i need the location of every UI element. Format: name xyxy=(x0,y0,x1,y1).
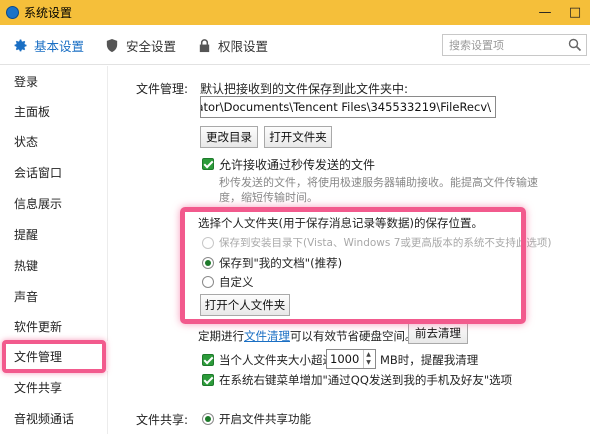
cleanup-tip: 定期进行文件清理可以有效节省硬盘空间。 xyxy=(198,328,417,344)
tab-label: 基本设置 xyxy=(34,38,85,54)
stepper-arrows-icon[interactable]: ▲ ▼ xyxy=(363,350,373,368)
search-input[interactable] xyxy=(443,35,563,55)
open-personal-folder-button[interactable]: 打开个人文件夹 xyxy=(200,294,290,316)
tab-label: 安全设置 xyxy=(126,38,177,54)
open-folder-button[interactable]: 打开文件夹 xyxy=(264,126,332,148)
fast-transfer-checkbox[interactable] xyxy=(202,158,214,170)
cleanup-text-suffix: 可以有效节省硬盘空间。 xyxy=(290,329,417,343)
enable-file-share-radio[interactable] xyxy=(202,413,214,425)
sidebar-item-login[interactable]: 登录 xyxy=(0,66,108,96)
title-bar: 系统设置 — □ xyxy=(0,0,590,25)
sidebar-item-reminder[interactable]: 提醒 xyxy=(0,219,108,249)
tab-security-settings[interactable]: 安全设置 xyxy=(104,25,176,65)
personal-folder-title: 选择个人文件夹(用于保存消息记录等数据)的保存位置。 xyxy=(198,216,483,230)
gear-icon xyxy=(12,37,28,53)
fast-transfer-desc-line2: 度，缩短传输时间。 xyxy=(219,191,318,204)
lock-icon xyxy=(196,37,212,53)
sidebar-item-file-management[interactable]: 文件管理 xyxy=(0,341,108,371)
save-install-dir-radio[interactable] xyxy=(202,237,214,249)
tab-basic-settings[interactable]: 基本设置 xyxy=(12,25,84,65)
search-icon[interactable] xyxy=(568,38,582,52)
size-limit-stepper[interactable]: ▲▼ xyxy=(326,349,376,369)
settings-content: 文件管理: 默认把接收到的文件保存到此文件夹中: dministrator\Do… xyxy=(108,66,590,434)
tab-bar: 基本设置 安全设置 权限设置 xyxy=(0,25,590,65)
sidebar-item-info-display[interactable]: 信息展示 xyxy=(0,188,108,218)
go-cleanup-button[interactable]: 前去清理 xyxy=(408,322,468,344)
search-box xyxy=(442,34,587,56)
sidebar-item-status[interactable]: 状态 xyxy=(0,126,108,156)
enable-file-share-label: 开启文件共享功能 xyxy=(219,412,311,426)
custom-location-label: 自定义 xyxy=(219,275,254,289)
sidebar-item-file-sharing[interactable]: 文件共享 xyxy=(0,372,108,402)
size-reminder-prefix: 当个人文件夹大小超过 xyxy=(219,353,334,367)
sidebar-item-main-panel[interactable]: 主面板 xyxy=(0,96,108,126)
app-logo-icon xyxy=(6,6,19,19)
sidebar-item-hotkey[interactable]: 热键 xyxy=(0,250,108,280)
save-my-documents-label: 保存到"我的文档"(推荐) xyxy=(219,256,343,270)
fast-transfer-desc-line1: 秒传发送的文件，将使用极速服务器辅助接收。能提高文件传输速 xyxy=(219,176,538,189)
save-install-dir-label: 保存到安装目录下(Vista、Windows 7或更高版本的系统不支持此选项) xyxy=(219,237,552,249)
sidebar-item-sound[interactable]: 声音 xyxy=(0,281,108,311)
file-management-label: 文件管理: xyxy=(136,82,189,96)
size-reminder-suffix: MB时，提醒我清理 xyxy=(380,353,479,367)
window-controls: — □ xyxy=(530,0,590,25)
context-menu-checkbox[interactable] xyxy=(202,374,214,386)
minimize-button[interactable]: — xyxy=(530,0,560,25)
tab-label: 权限设置 xyxy=(218,38,269,54)
sidebar-item-av-call[interactable]: 音视频通话 xyxy=(0,403,108,433)
sidebar: 登录 主面板 状态 会话窗口 信息展示 提醒 热键 声音 软件更新 文件管理 文… xyxy=(0,66,108,434)
maximize-button[interactable]: □ xyxy=(560,0,590,25)
change-directory-button[interactable]: 更改目录 xyxy=(200,126,258,148)
cleanup-text-prefix: 定期进行 xyxy=(198,329,244,343)
default-folder-desc: 默认把接收到的文件保存到此文件夹中: xyxy=(200,82,409,96)
file-cleanup-link[interactable]: 文件清理 xyxy=(244,329,290,343)
window-title: 系统设置 xyxy=(24,6,73,20)
shield-icon xyxy=(104,37,120,53)
size-limit-input[interactable] xyxy=(327,350,363,368)
context-menu-label: 在系统右键菜单增加"通过QQ发送到我的手机及好友"选项 xyxy=(219,373,513,387)
save-my-documents-radio[interactable] xyxy=(202,257,214,269)
sidebar-item-software-update[interactable]: 软件更新 xyxy=(0,311,108,341)
sidebar-item-chat-window[interactable]: 会话窗口 xyxy=(0,157,108,187)
tab-permission-settings[interactable]: 权限设置 xyxy=(196,25,268,65)
fast-transfer-label: 允许接收通过秒传发送的文件 xyxy=(219,158,376,172)
download-path-value: dministrator\Documents\Tencent Files\345… xyxy=(201,100,491,114)
download-path-field[interactable]: dministrator\Documents\Tencent Files\345… xyxy=(200,96,496,118)
custom-location-radio[interactable] xyxy=(202,276,214,288)
file-share-label: 文件共享: xyxy=(136,413,189,427)
size-reminder-checkbox[interactable] xyxy=(202,354,214,366)
